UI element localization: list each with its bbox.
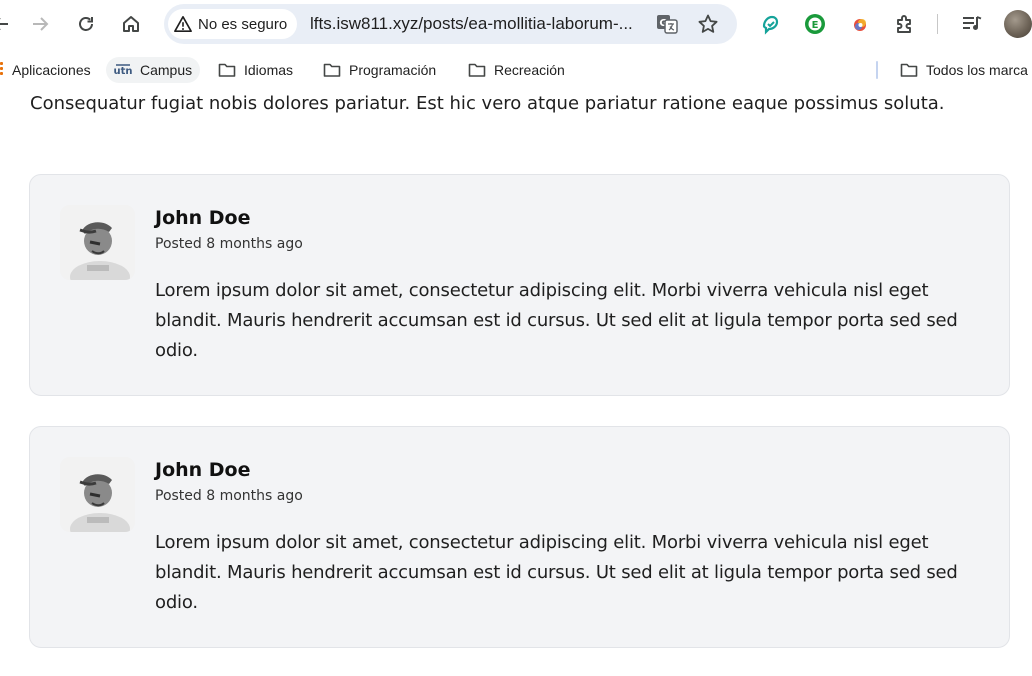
bookmark-label: Aplicaciones [12, 62, 91, 78]
browser-toolbar: No es seguro lfts.isw811.xyz/posts/ea-mo… [0, 0, 1032, 48]
apps-grid-icon[interactable] [0, 62, 3, 80]
bookmark-label: Idiomas [244, 62, 294, 78]
puzzle-extensions-icon[interactable] [891, 10, 919, 38]
media-control-icon[interactable] [958, 10, 986, 38]
folder-icon [468, 63, 486, 77]
page-content: Consequatur fugiat nobis dolores pariatu… [0, 92, 1032, 676]
comment-text: Lorem ipsum dolor sit amet, consectetur … [155, 280, 958, 361]
comment-author: John Doe [155, 207, 251, 229]
bookmark-all-bookmarks[interactable]: Todos los marca [900, 57, 1028, 83]
comment-card: John Doe Posted 8 months ago Lorem ipsum… [29, 174, 1010, 396]
folder-icon [218, 63, 236, 77]
folder-icon [900, 63, 918, 77]
back-button[interactable] [0, 10, 14, 38]
ecosia-extension-icon[interactable]: E [801, 10, 829, 38]
avatar [60, 205, 135, 280]
comment-text: Lorem ipsum dolor sit amet, consectetur … [155, 532, 958, 613]
security-chip-label: No es seguro [198, 15, 288, 33]
bookmark-campus[interactable]: utn Campus [106, 57, 201, 83]
url-text[interactable]: lfts.isw811.xyz/posts/ea-mollitia-laboru… [310, 14, 652, 34]
arrow-left-icon [0, 18, 8, 30]
address-bar[interactable]: No es seguro lfts.isw811.xyz/posts/ea-mo… [164, 4, 737, 44]
comment-timestamp: Posted 8 months ago [155, 236, 303, 252]
svg-text:E: E [812, 20, 819, 31]
warning-icon [174, 15, 192, 33]
bookmark-label: Recreación [494, 62, 565, 78]
comment-card: John Doe Posted 8 months ago Lorem ipsum… [29, 426, 1010, 648]
all-bookmarks-label: Todos los marca [926, 62, 1028, 78]
profile-avatar[interactable] [1004, 10, 1032, 38]
utn-logo-icon: utn [114, 64, 132, 77]
forward-button[interactable] [27, 10, 55, 38]
reload-button[interactable] [72, 10, 100, 38]
grammar-extension-icon[interactable] [756, 10, 784, 38]
bookmark-programacion[interactable]: Programación [323, 57, 436, 83]
toolbar-divider [937, 14, 938, 34]
comment-timestamp: Posted 8 months ago [155, 488, 303, 504]
post-body-text: Consequatur fugiat nobis dolores pariatu… [30, 93, 945, 114]
bookmark-aplicaciones[interactable]: Aplicaciones [12, 57, 91, 83]
security-chip[interactable]: No es seguro [168, 9, 298, 39]
svg-text:utn: utn [114, 66, 132, 77]
reload-icon [79, 17, 93, 31]
bookmark-idiomas[interactable]: Idiomas [218, 57, 293, 83]
home-icon [123, 16, 139, 32]
star-icon[interactable] [697, 13, 719, 35]
bookmarks-bar: Aplicaciones utn Campus Idiomas Programa… [0, 48, 1032, 92]
bookmark-recreacion[interactable]: Recreación [468, 57, 565, 83]
bookmark-label: Programación [349, 62, 437, 78]
folder-icon [323, 63, 341, 77]
bookmark-label: Campus [140, 62, 193, 78]
comment-author: John Doe [155, 459, 251, 481]
arrow-right-icon [33, 17, 49, 31]
avatar [60, 457, 135, 532]
translate-icon[interactable]: G [656, 13, 678, 35]
color-extension-icon[interactable] [846, 10, 874, 38]
bookmarks-separator [876, 61, 878, 79]
home-button[interactable] [117, 10, 145, 38]
